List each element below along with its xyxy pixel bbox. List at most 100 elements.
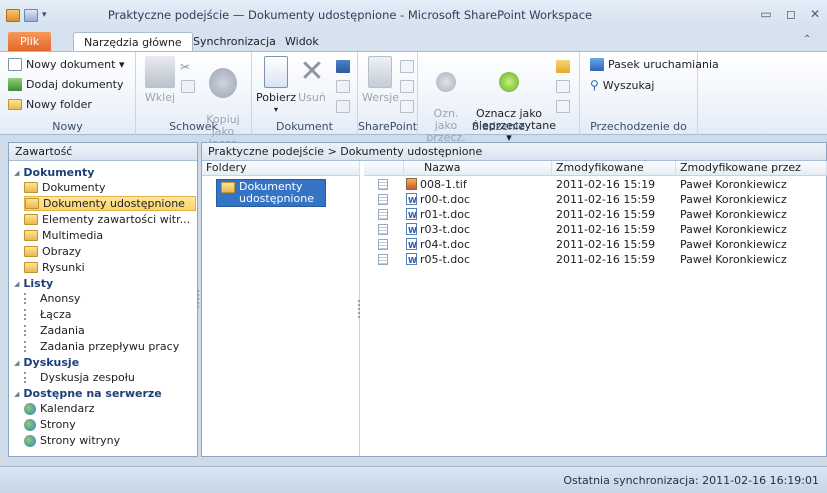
tab-synchronization[interactable]: Synchronizacja [183, 32, 286, 51]
nav-item[interactable]: Dokumenty udostępnione [24, 196, 196, 211]
folder-item-shared-documents[interactable]: Dokumenty udostępnione [216, 179, 326, 207]
folder-item-label: Dokumenty udostępnione [239, 180, 314, 205]
nav-section-title: Dyskusje [23, 356, 80, 369]
nav-item[interactable]: Strony witryny [24, 433, 122, 448]
nav-item-label: Strony [40, 418, 76, 431]
folder-icon [24, 214, 38, 225]
table-row[interactable]: r03-t.doc 2011-02-16 15:59 Paweł Koronkiew… [364, 222, 827, 238]
nav-tree: ◢ Dokumenty Dokumenty Dokumenty udostępnion… [8, 161, 198, 456]
nav-item[interactable]: Łącza [24, 307, 74, 322]
notes-icon[interactable] [378, 239, 388, 250]
nav-item[interactable]: Elementy zawartości witr... [24, 212, 192, 227]
discard-checkout-icon[interactable] [400, 100, 414, 113]
table-row[interactable]: r01-t.doc 2011-02-16 15:59 Paweł Koronkiew… [364, 207, 827, 223]
nav-pane-header: Zawartość [9, 143, 197, 161]
notes-icon[interactable] [378, 179, 388, 190]
nav-item[interactable]: Dokumenty [24, 180, 107, 195]
download-dropdown-icon[interactable]: ▾ [256, 104, 296, 116]
nav-item-label: Strony witryny [40, 434, 121, 447]
nav-item[interactable]: Kalendarz [24, 401, 97, 416]
tab-view[interactable]: Widok [275, 32, 329, 51]
tab-file[interactable]: Plik [8, 32, 52, 51]
notes-icon[interactable] [378, 194, 388, 205]
checkout-icon[interactable] [336, 100, 350, 113]
open-in-browser-icon[interactable] [400, 60, 414, 73]
column-header-modified-by[interactable]: Zmodyfikowane przez [676, 161, 827, 176]
delete-button[interactable]: ✕ Usuń [296, 56, 328, 104]
collapse-triangle-icon[interactable]: ◢ [14, 280, 19, 288]
nav-item[interactable]: Multimedia [24, 228, 105, 243]
column-header-icon[interactable] [364, 161, 404, 176]
folders-header: Foldery [202, 161, 360, 176]
nav-item[interactable]: Rysunki [24, 260, 87, 275]
nav-item[interactable]: Zadania przepływu pracy [24, 339, 181, 354]
nav-section-title: Listy [23, 277, 54, 290]
folder-icon [24, 230, 38, 241]
file-modified-by: Paweł Koronkiewicz [680, 208, 787, 221]
nav-item-label: Rysunki [42, 261, 85, 274]
properties-icon[interactable] [336, 60, 350, 73]
nav-item[interactable]: Obrazy [24, 244, 83, 259]
previous-unread-icon[interactable] [556, 80, 570, 93]
table-row[interactable]: 008-1.tif 2011-02-16 15:19 Paweł Koronkiew… [364, 177, 827, 192]
folders-splitter[interactable] [358, 300, 362, 318]
group-navigate: Pasek uruchamiania ⚲ Wyszukaj Przechodzen… [580, 52, 719, 135]
next-unread-icon[interactable] [556, 100, 570, 113]
nav-item[interactable]: Strony [24, 417, 78, 432]
delete-icon: ✕ [299, 54, 325, 89]
copy-as-link-button[interactable]: Kopiuj jako łącze [198, 56, 248, 150]
minimize-button[interactable]: ▭ [755, 5, 777, 23]
collapse-triangle-icon[interactable]: ◢ [14, 169, 19, 177]
download-button[interactable]: Pobierz ▾ [256, 56, 296, 116]
column-header-modified[interactable]: Zmodyfikowane [552, 161, 676, 176]
table-row[interactable]: r05-t.doc 2011-02-16 15:59 Paweł Koronkiew… [364, 252, 827, 268]
new-folder-button[interactable]: Nowy folder [8, 98, 92, 111]
close-button[interactable]: ✕ [804, 5, 826, 23]
table-row[interactable]: r04-t.doc 2011-02-16 15:59 Paweł Koronkiew… [364, 237, 827, 253]
group-sharepoint: Wersje SharePoint [358, 52, 418, 135]
notes-icon[interactable] [378, 224, 388, 235]
table-row[interactable]: r00-t.doc 2011-02-16 15:59 Paweł Koronkiew… [364, 192, 827, 208]
tab-home[interactable]: Narzędzia główne [73, 32, 193, 51]
nav-section-header[interactable]: ◢ Dostępne na serwerze [14, 386, 162, 401]
maximize-button[interactable]: ◻ [780, 5, 802, 23]
nav-item-label: Zadania [40, 324, 85, 337]
alert-icon[interactable] [556, 60, 570, 73]
file-modified: 2011-02-16 15:59 [556, 253, 656, 266]
add-documents-icon [8, 78, 22, 91]
group-tracking: Ozn. jako przecz. ▾ Oznacz jako nieprzec… [418, 52, 580, 156]
notes-icon[interactable] [378, 209, 388, 220]
copy-icon[interactable] [181, 80, 195, 93]
new-document-button[interactable]: Nowy dokument ▾ [8, 58, 124, 71]
file-name-cell: r03-t.doc [406, 222, 470, 238]
nav-item-label: Anonsy [40, 292, 81, 305]
collapse-triangle-icon[interactable]: ◢ [14, 359, 19, 367]
nav-section-header[interactable]: ◢ Listy [14, 276, 53, 291]
download-icon [264, 56, 288, 88]
group-new-label: Nowy [52, 120, 83, 133]
edit-icon[interactable] [336, 80, 350, 93]
notes-icon[interactable] [378, 254, 388, 265]
copy-as-link-icon [209, 68, 237, 98]
check-in-icon[interactable] [400, 80, 414, 93]
last-sync-status: Ostatnia synchronizacja: 2011-02-16 16:1… [563, 474, 819, 487]
folder-icon [24, 246, 38, 257]
versions-button[interactable]: Wersje [362, 56, 399, 104]
ribbon-collapse-icon[interactable]: ⌃ [803, 34, 811, 45]
nav-item[interactable]: Zadania [24, 323, 87, 338]
nav-item-label: Łącza [40, 308, 72, 321]
nav-section-header[interactable]: ◢ Dokumenty [14, 165, 94, 180]
nav-section-header[interactable]: ◢ Dyskusje [14, 355, 79, 370]
nav-item[interactable]: Dyskusja zespołu [24, 370, 137, 385]
cut-icon[interactable]: ✂ [180, 60, 190, 74]
launchbar-button[interactable]: Pasek uruchamiania [590, 58, 719, 71]
add-documents-button[interactable]: Dodaj dokumenty [8, 78, 123, 91]
search-button[interactable]: ⚲ Wyszukaj [590, 78, 654, 92]
file-modified-by: Paweł Koronkiewicz [680, 238, 787, 251]
collapse-triangle-icon[interactable]: ◢ [14, 390, 19, 398]
nav-item[interactable]: Anonsy [24, 291, 82, 306]
paste-button[interactable]: Wklej [140, 56, 180, 104]
globe-icon [24, 402, 36, 415]
column-header-name[interactable]: Nazwa [404, 161, 552, 176]
file-list: Nazwa Zmodyfikowane Zmodyfikowane przez … [364, 161, 827, 456]
